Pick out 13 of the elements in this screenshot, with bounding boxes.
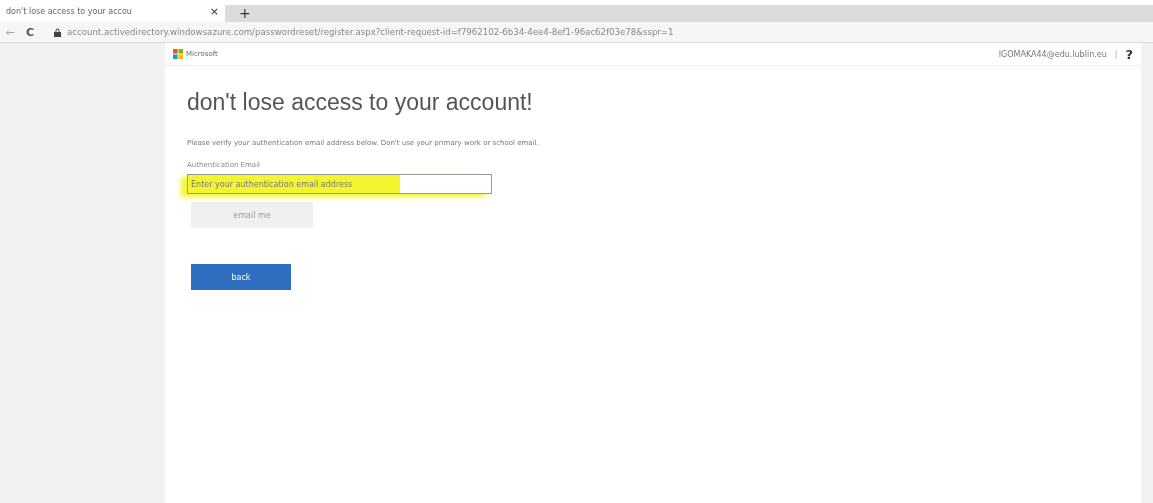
lock-icon (54, 27, 61, 37)
back-button[interactable]: back (191, 264, 291, 290)
help-button[interactable]: ? (1125, 46, 1133, 62)
close-tab-icon[interactable]: × (209, 4, 219, 18)
page-title: don't lose access to your account! (187, 89, 533, 116)
email-input-field[interactable]: Enter your authentication email address (187, 174, 492, 194)
user-email[interactable]: IGOMAKA44@edu.lublin.eu (998, 49, 1107, 59)
browser-tab[interactable]: don't lose access to your accou × (0, 0, 225, 22)
new-tab-button[interactable]: + (225, 5, 1153, 22)
reload-button[interactable]: C (20, 25, 40, 39)
address-bar[interactable]: account.activedirectory.windowsazure.com/passwordreset/register.aspx?client-request-id=f7962102-6b34-4ee4-8ef1-96ac62f03e78&sspr=1 (67, 27, 674, 37)
separator: | (1114, 49, 1118, 59)
microsoft-logo-icon (173, 49, 183, 59)
